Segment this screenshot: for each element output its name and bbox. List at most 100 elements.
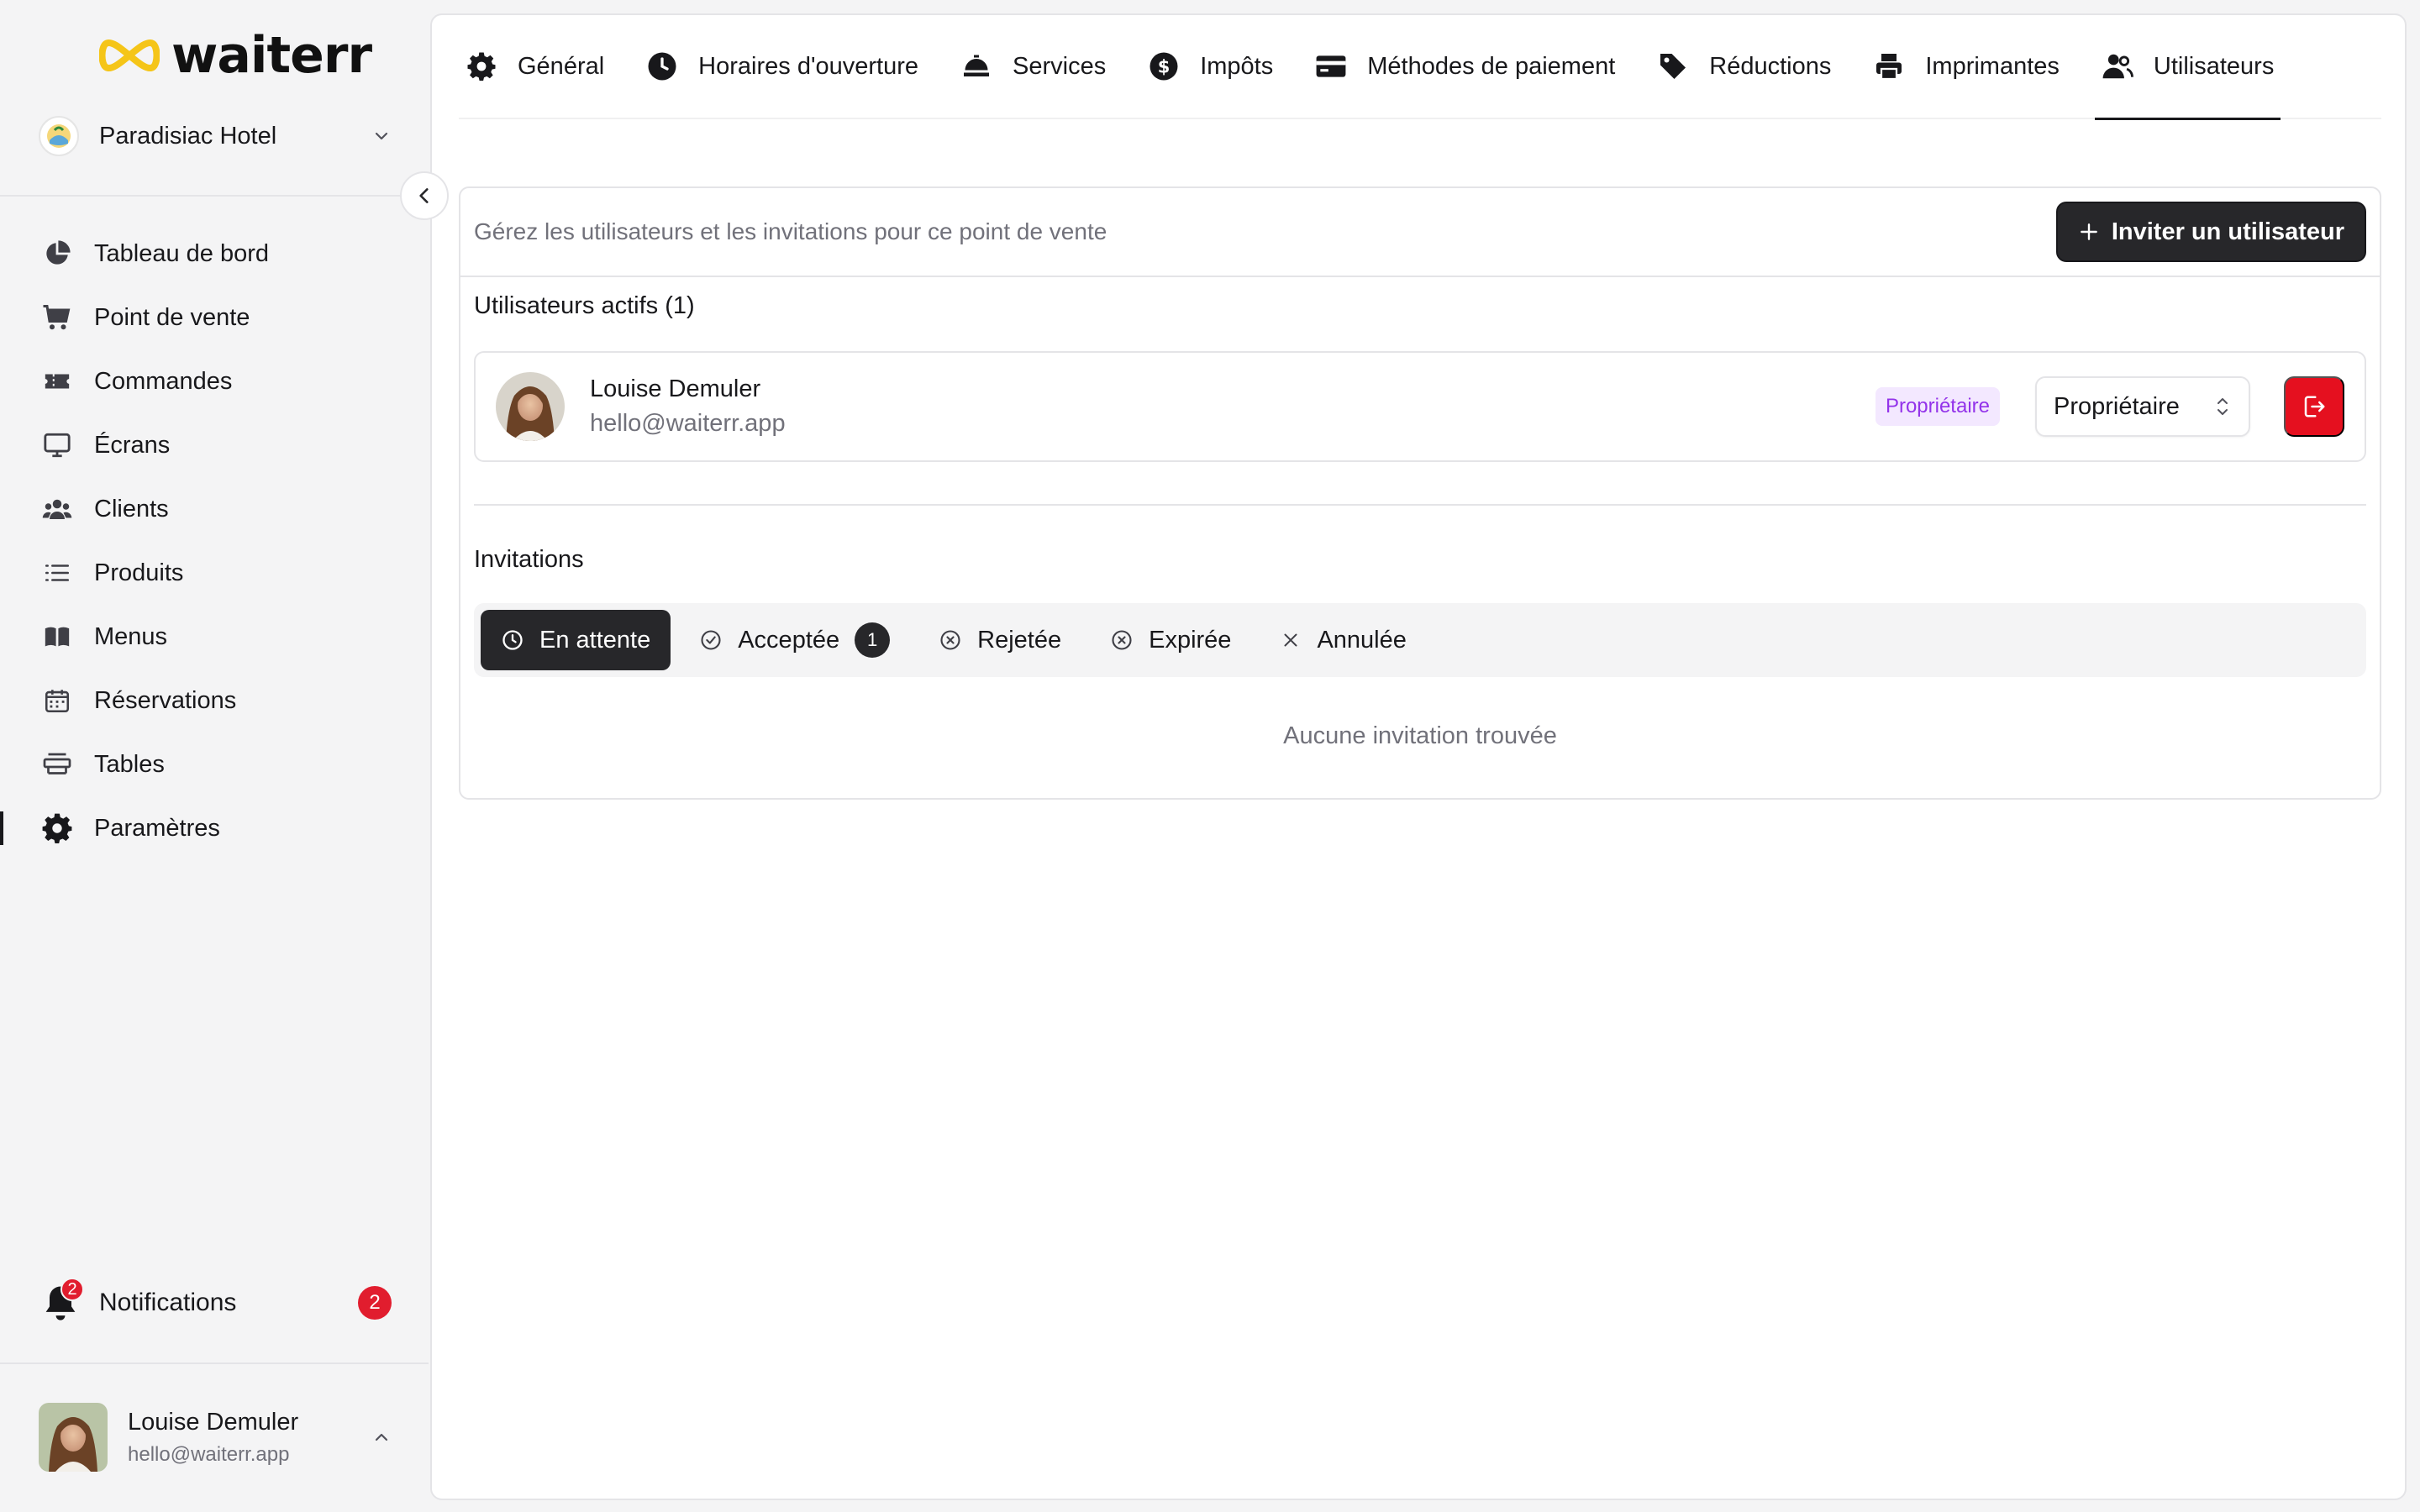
section-divider <box>474 504 2366 506</box>
logout-icon <box>2304 396 2325 417</box>
filter-label: Expirée <box>1149 626 1232 654</box>
filter-expired[interactable]: Expirée <box>1090 610 1251 670</box>
tab-label: Horaires d'ouverture <box>698 52 918 80</box>
sidebar-item-orders[interactable]: Commandes <box>0 349 429 413</box>
user-profile-menu[interactable]: Louise Demuler hello@waiterr.app <box>39 1403 392 1472</box>
tab-label: Impôts <box>1200 52 1274 80</box>
brand-logo[interactable]: waiterr <box>99 26 372 85</box>
users-card-header: Gérez les utilisateurs et les invitation… <box>460 188 2380 277</box>
filter-accepted[interactable]: Acceptée 1 <box>679 610 910 670</box>
credit-card-icon <box>1315 50 1347 82</box>
tab-payment-methods[interactable]: Méthodes de paiement <box>1308 14 1622 118</box>
tab-discounts[interactable]: Réductions <box>1650 14 1838 118</box>
sidebar-item-settings[interactable]: Paramètres <box>0 796 429 860</box>
clock-icon <box>646 50 678 82</box>
gear-icon <box>466 50 497 82</box>
notifications-button[interactable]: 2 Notifications 2 <box>39 1277 392 1329</box>
sidebar-item-label: Réservations <box>94 686 237 714</box>
calendar-icon <box>40 684 74 717</box>
book-icon <box>40 620 74 654</box>
chevron-up-down-icon <box>2217 398 2228 415</box>
dollar-icon: $ <box>1148 50 1180 82</box>
filter-cancelled[interactable]: Annulée <box>1260 610 1426 670</box>
sidebar-item-pos[interactable]: Point de vente <box>0 286 429 349</box>
chevron-left-icon <box>419 188 429 203</box>
sidebar-item-label: Produits <box>94 559 184 586</box>
monitor-icon <box>40 428 74 462</box>
users-description: Gérez les utilisateurs et les invitation… <box>474 218 1107 244</box>
tab-users[interactable]: Utilisateurs <box>2094 14 2281 120</box>
pie-chart-icon <box>40 237 74 270</box>
tab-printers[interactable]: Imprimantes <box>1866 14 2066 118</box>
cloche-icon <box>960 50 992 82</box>
sidebar-item-label: Tables <box>94 750 165 778</box>
filter-pending[interactable]: En attente <box>481 610 671 670</box>
empty-state-text: Aucune invitation trouvée <box>1283 722 1557 749</box>
sidebar-item-label: Tableau de bord <box>94 239 269 267</box>
store-name: Paradisiac Hotel <box>99 122 277 150</box>
notification-badge: 2 <box>60 1278 84 1301</box>
profile-name: Louise Demuler <box>128 1408 299 1436</box>
tab-taxes[interactable]: $ Impôts <box>1141 14 1280 118</box>
tab-label: Général <box>518 52 605 80</box>
tab-label: Méthodes de paiement <box>1367 52 1616 80</box>
clock-icon <box>502 630 523 650</box>
app-window: waiterr Paradisiac Hotel Tableau de bord… <box>0 0 2420 1512</box>
user-email: hello@waiterr.app <box>590 410 786 437</box>
sidebar-item-label: Écrans <box>94 431 171 459</box>
profile-email: hello@waiterr.app <box>128 1442 290 1466</box>
role-select-value: Propriétaire <box>2054 392 2180 420</box>
invitations-title: Invitations <box>474 546 584 573</box>
users-card: Gérez les utilisateurs et les invitation… <box>459 186 2381 800</box>
table-icon <box>40 748 74 781</box>
tab-label: Services <box>1013 52 1107 80</box>
filter-rejected[interactable]: Rejetée <box>918 610 1081 670</box>
tab-general[interactable]: Général <box>459 14 611 118</box>
role-select[interactable]: Propriétaire <box>2035 376 2250 437</box>
ticket-icon <box>40 365 74 398</box>
tab-services[interactable]: Services <box>954 14 1113 118</box>
sidebar-item-dashboard[interactable]: Tableau de bord <box>0 222 429 286</box>
sidebar-item-screens[interactable]: Écrans <box>0 413 429 477</box>
plus-icon <box>2080 223 2097 240</box>
bell-icon: 2 <box>39 1278 84 1325</box>
settings-tabs: Général Horaires d'ouverture Services $ … <box>459 14 2381 120</box>
sidebar-item-reservations[interactable]: Réservations <box>0 669 429 732</box>
collapse-sidebar-button[interactable] <box>400 171 449 220</box>
sidebar-divider <box>0 1362 429 1364</box>
gear-icon <box>40 811 74 845</box>
logo-mark-icon <box>99 39 160 71</box>
printer-icon <box>1873 50 1905 82</box>
invite-user-button[interactable]: Inviter un utilisateur <box>2055 202 2366 262</box>
sidebar-item-tables[interactable]: Tables <box>0 732 429 796</box>
tab-label: Réductions <box>1709 52 1832 80</box>
user-name: Louise Demuler <box>590 375 761 402</box>
avatar <box>496 372 565 441</box>
invite-user-label: Inviter un utilisateur <box>2111 218 2344 245</box>
sidebar-item-clients[interactable]: Clients <box>0 477 429 541</box>
sidebar: waiterr Paradisiac Hotel Tableau de bord… <box>0 0 429 1512</box>
tag-icon <box>1657 50 1689 82</box>
invitation-status-filter: En attente Acceptée 1 Rejetée Expirée An… <box>474 603 2366 677</box>
sidebar-item-label: Commandes <box>94 367 233 395</box>
x-icon <box>1284 633 1297 647</box>
filter-label: Acceptée <box>738 626 840 654</box>
user-row: Louise Demuler hello@waiterr.app Proprié… <box>474 351 2366 462</box>
filter-count-badge: 1 <box>855 622 891 658</box>
filter-label: Annulée <box>1317 626 1407 654</box>
notifications-label: Notifications <box>99 1289 237 1316</box>
brand-name: waiterr <box>171 26 372 85</box>
sidebar-item-label: Point de vente <box>94 303 250 331</box>
tab-opening-hours[interactable]: Horaires d'ouverture <box>639 14 925 118</box>
store-selector[interactable]: Paradisiac Hotel <box>39 113 392 160</box>
remove-user-button[interactable] <box>2284 376 2344 437</box>
role-badge: Propriétaire <box>1875 387 2000 426</box>
notification-count: 2 <box>358 1286 392 1320</box>
list-icon <box>40 556 74 590</box>
svg-text:$: $ <box>1158 57 1171 77</box>
sidebar-item-label: Clients <box>94 495 169 522</box>
sidebar-item-products[interactable]: Produits <box>0 541 429 605</box>
sidebar-item-label: Paramètres <box>94 814 220 842</box>
sidebar-item-menus[interactable]: Menus <box>0 605 429 669</box>
cart-icon <box>40 301 74 334</box>
